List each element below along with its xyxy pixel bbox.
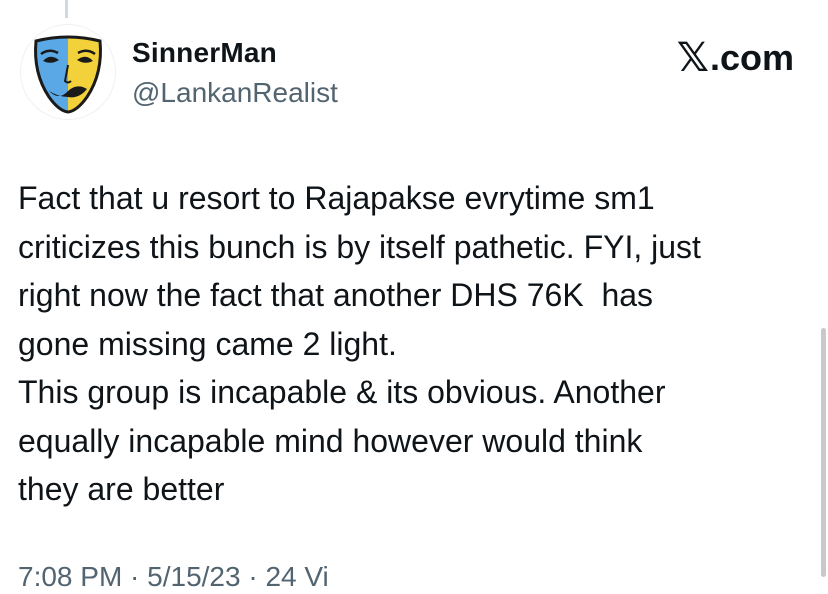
thread-connector-line bbox=[65, 0, 68, 18]
tweet-text-line: equally incapable mind however would thi… bbox=[18, 422, 643, 459]
tweet-timestamp-meta[interactable]: 7:08 PM · 5/15/23 · 24 Vi bbox=[18, 560, 329, 594]
x-brand-label[interactable]: 𝕏 .com bbox=[676, 35, 794, 81]
author-display-name[interactable]: SinnerMan bbox=[132, 36, 277, 70]
avatar[interactable] bbox=[20, 24, 116, 120]
scrollbar[interactable] bbox=[821, 328, 826, 577]
tweet-text-line: criticizes this bunch is by itself pathe… bbox=[18, 228, 701, 265]
tweet-text-line: Fact that u resort to Rajapakse evrytime… bbox=[18, 180, 655, 216]
brand-suffix: .com bbox=[709, 37, 794, 78]
tweet-text-line: they are better bbox=[18, 471, 225, 507]
comedy-tragedy-mask-icon bbox=[34, 35, 102, 114]
tweet-text-line: right now the fact that another DHS 76K … bbox=[18, 277, 654, 313]
tweet-text-line: This group is incapable & its obvious. A… bbox=[18, 374, 666, 410]
x-logo-icon: 𝕏 bbox=[676, 35, 709, 81]
tweet-text: Fact that u resort to Rajapakse evrytime… bbox=[18, 174, 788, 514]
tweet-text-line: gone missing came 2 light. bbox=[18, 325, 397, 362]
author-handle[interactable]: @LankanRealist bbox=[132, 76, 338, 110]
